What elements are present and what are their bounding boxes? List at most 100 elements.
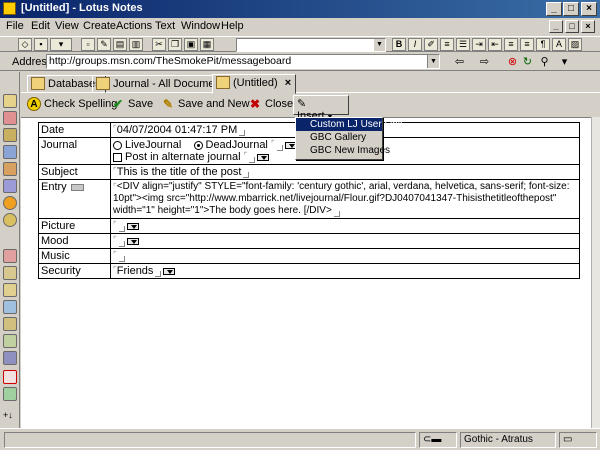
menu-text[interactable]: Text bbox=[155, 20, 175, 32]
menu-item-gbc-gallery[interactable]: GBC Gallery bbox=[296, 131, 382, 144]
alternate-journal-checkbox[interactable] bbox=[113, 152, 122, 162]
back-icon[interactable]: ⇦ bbox=[453, 56, 466, 68]
status-font-box[interactable]: Gothic - Atratus bbox=[460, 432, 556, 448]
action-bar: A Check Spelling ✔ Save ✎ Save and New ✖ Clo… bbox=[21, 94, 600, 122]
lotus-notes-app-icon[interactable] bbox=[3, 2, 16, 15]
highlight-icon[interactable]: ✐ bbox=[424, 38, 438, 51]
menu-view[interactable]: View bbox=[55, 20, 79, 32]
menu-item-gbc-new-images[interactable]: GBC New Images bbox=[296, 144, 390, 157]
cut-icon[interactable]: ✂ bbox=[152, 38, 166, 51]
menu-window[interactable]: Window bbox=[181, 20, 220, 32]
tab-untitled[interactable]: (Untitled) × bbox=[212, 74, 297, 94]
search-icon[interactable]: ⚲ bbox=[538, 56, 551, 68]
check-spelling-button[interactable]: A Check Spelling bbox=[27, 97, 117, 111]
sametime-bookmark-icon[interactable] bbox=[3, 213, 17, 227]
text-color-icon[interactable]: A bbox=[552, 38, 566, 51]
save-icon[interactable]: ▪ bbox=[34, 38, 48, 51]
menu-item-custom-lj-user-link[interactable]: Custom LJ User Link bbox=[296, 118, 403, 131]
music-field[interactable]: ⌜ bbox=[110, 248, 580, 264]
tab-untitled-close-icon[interactable]: × bbox=[285, 77, 291, 89]
todo-bookmark-icon[interactable] bbox=[3, 145, 17, 159]
status-inbox-icon[interactable]: ▭ bbox=[559, 432, 597, 448]
font-combo[interactable]: ▼ bbox=[236, 38, 386, 52]
style-icon[interactable]: ¶ bbox=[536, 38, 550, 51]
more-bookmarks-icon[interactable]: +↓ bbox=[3, 408, 17, 422]
bullet-list-icon[interactable]: ☰ bbox=[456, 38, 470, 51]
insert-button[interactable]: ✎Insert▼ bbox=[293, 95, 349, 122]
web-bookmark-icon[interactable] bbox=[3, 196, 17, 210]
print-icon[interactable]: ▤ bbox=[113, 38, 127, 51]
calendar-bookmark-icon[interactable] bbox=[3, 111, 17, 125]
subject-field[interactable]: ⌜This is the title of the post bbox=[110, 164, 580, 180]
italic-icon[interactable]: I bbox=[408, 38, 422, 51]
search-dropdown-icon[interactable]: ▾ bbox=[558, 56, 571, 68]
entry-attach-button[interactable] bbox=[70, 183, 84, 191]
paste-icon[interactable]: ▣ bbox=[184, 38, 198, 51]
list-icon[interactable]: ≡ bbox=[440, 38, 454, 51]
folder-bookmark-3-icon[interactable] bbox=[3, 283, 17, 297]
menu-edit[interactable]: Edit bbox=[31, 20, 50, 32]
livejournal-radio[interactable] bbox=[113, 140, 122, 150]
address-book-bookmark-icon[interactable] bbox=[3, 128, 17, 142]
folder-bookmark-1-icon[interactable] bbox=[3, 249, 17, 263]
mail-bookmark-icon[interactable] bbox=[3, 94, 17, 108]
entry-label: Entry bbox=[41, 181, 67, 193]
database-icon[interactable]: ▥ bbox=[129, 38, 143, 51]
doc-minimize-button[interactable]: _ bbox=[549, 20, 563, 33]
security-dropdown[interactable] bbox=[163, 267, 176, 275]
folder-bookmark-6-icon[interactable] bbox=[3, 334, 17, 348]
navigator-icon[interactable]: ◇ bbox=[18, 38, 32, 51]
entry-field[interactable]: ⌜<DIV align="justify" STYLE="font-family… bbox=[110, 179, 580, 219]
security-field[interactable]: ⌜Friends bbox=[110, 263, 580, 279]
edit-icon[interactable]: ✎ bbox=[97, 38, 111, 51]
mood-label: Mood bbox=[38, 233, 111, 249]
save-button[interactable]: ✔ Save bbox=[111, 97, 153, 111]
save-new-icon: ✎ bbox=[162, 97, 174, 111]
close-window-button[interactable]: × bbox=[581, 2, 597, 16]
doc-close-button[interactable]: × bbox=[581, 20, 595, 33]
folder-bookmark-5-icon[interactable] bbox=[3, 317, 17, 331]
maximize-button[interactable]: □ bbox=[563, 2, 579, 16]
align-right-icon[interactable]: ≡ bbox=[520, 38, 534, 51]
picture-dropdown[interactable] bbox=[126, 222, 139, 230]
paste-special-icon[interactable]: ▦ bbox=[200, 38, 214, 51]
replicator-bookmark-icon[interactable] bbox=[3, 162, 17, 176]
folder-bookmark-8-icon[interactable] bbox=[3, 370, 17, 384]
outdent-icon[interactable]: ⇤ bbox=[488, 38, 502, 51]
address-dropdown-arrow[interactable]: ▼ bbox=[427, 55, 439, 68]
copy-icon[interactable]: ❐ bbox=[168, 38, 182, 51]
status-message-area[interactable] bbox=[4, 432, 416, 448]
close-button[interactable]: ✖ Close bbox=[248, 97, 293, 111]
folder-bookmark-4-icon[interactable] bbox=[3, 300, 17, 314]
bold-icon[interactable]: B bbox=[392, 38, 406, 51]
address-input[interactable]: http://groups.msn.com/TheSmokePit/messag… bbox=[46, 54, 440, 69]
menu-bar: File Edit View Create Actions Text Windo… bbox=[0, 18, 600, 36]
deadjournal-radio[interactable] bbox=[193, 140, 203, 150]
favorites-bookmark-icon[interactable] bbox=[3, 179, 17, 193]
save-and-new-button[interactable]: ✎ Save and New bbox=[161, 97, 250, 111]
status-key-icon[interactable]: ⊂▬ bbox=[419, 432, 457, 448]
indent-icon[interactable]: ⇥ bbox=[472, 38, 486, 51]
picture-field[interactable]: ⌜ bbox=[110, 218, 580, 234]
forward-icon[interactable]: ⇨ bbox=[478, 56, 491, 68]
folder-bookmark-2-icon[interactable] bbox=[3, 266, 17, 280]
menu-file[interactable]: File bbox=[6, 20, 24, 32]
align-left-icon[interactable]: ≡ bbox=[504, 38, 518, 51]
security-label: Security bbox=[38, 263, 111, 279]
refresh-icon[interactable]: ↻ bbox=[521, 56, 534, 68]
minimize-button[interactable]: _ bbox=[546, 2, 562, 16]
mood-field[interactable]: ⌜ bbox=[110, 233, 580, 249]
mood-dropdown[interactable] bbox=[126, 237, 139, 245]
doc-restore-button[interactable]: □ bbox=[565, 20, 579, 33]
folder-bookmark-9-icon[interactable] bbox=[3, 387, 17, 401]
folder-bookmark-7-icon[interactable] bbox=[3, 351, 17, 365]
stop-icon[interactable]: ⊗ bbox=[506, 56, 519, 68]
menu-actions[interactable]: Actions bbox=[116, 20, 152, 32]
menu-create[interactable]: Create bbox=[83, 20, 116, 32]
alternate-journal-dropdown[interactable] bbox=[257, 153, 270, 161]
open-folder-icon[interactable]: ▾ bbox=[50, 38, 72, 51]
vertical-scrollbar[interactable] bbox=[591, 117, 600, 428]
text-properties-icon[interactable]: ▨ bbox=[568, 38, 582, 51]
new-document-icon[interactable]: ▫ bbox=[81, 38, 95, 51]
menu-help[interactable]: Help bbox=[221, 20, 244, 32]
